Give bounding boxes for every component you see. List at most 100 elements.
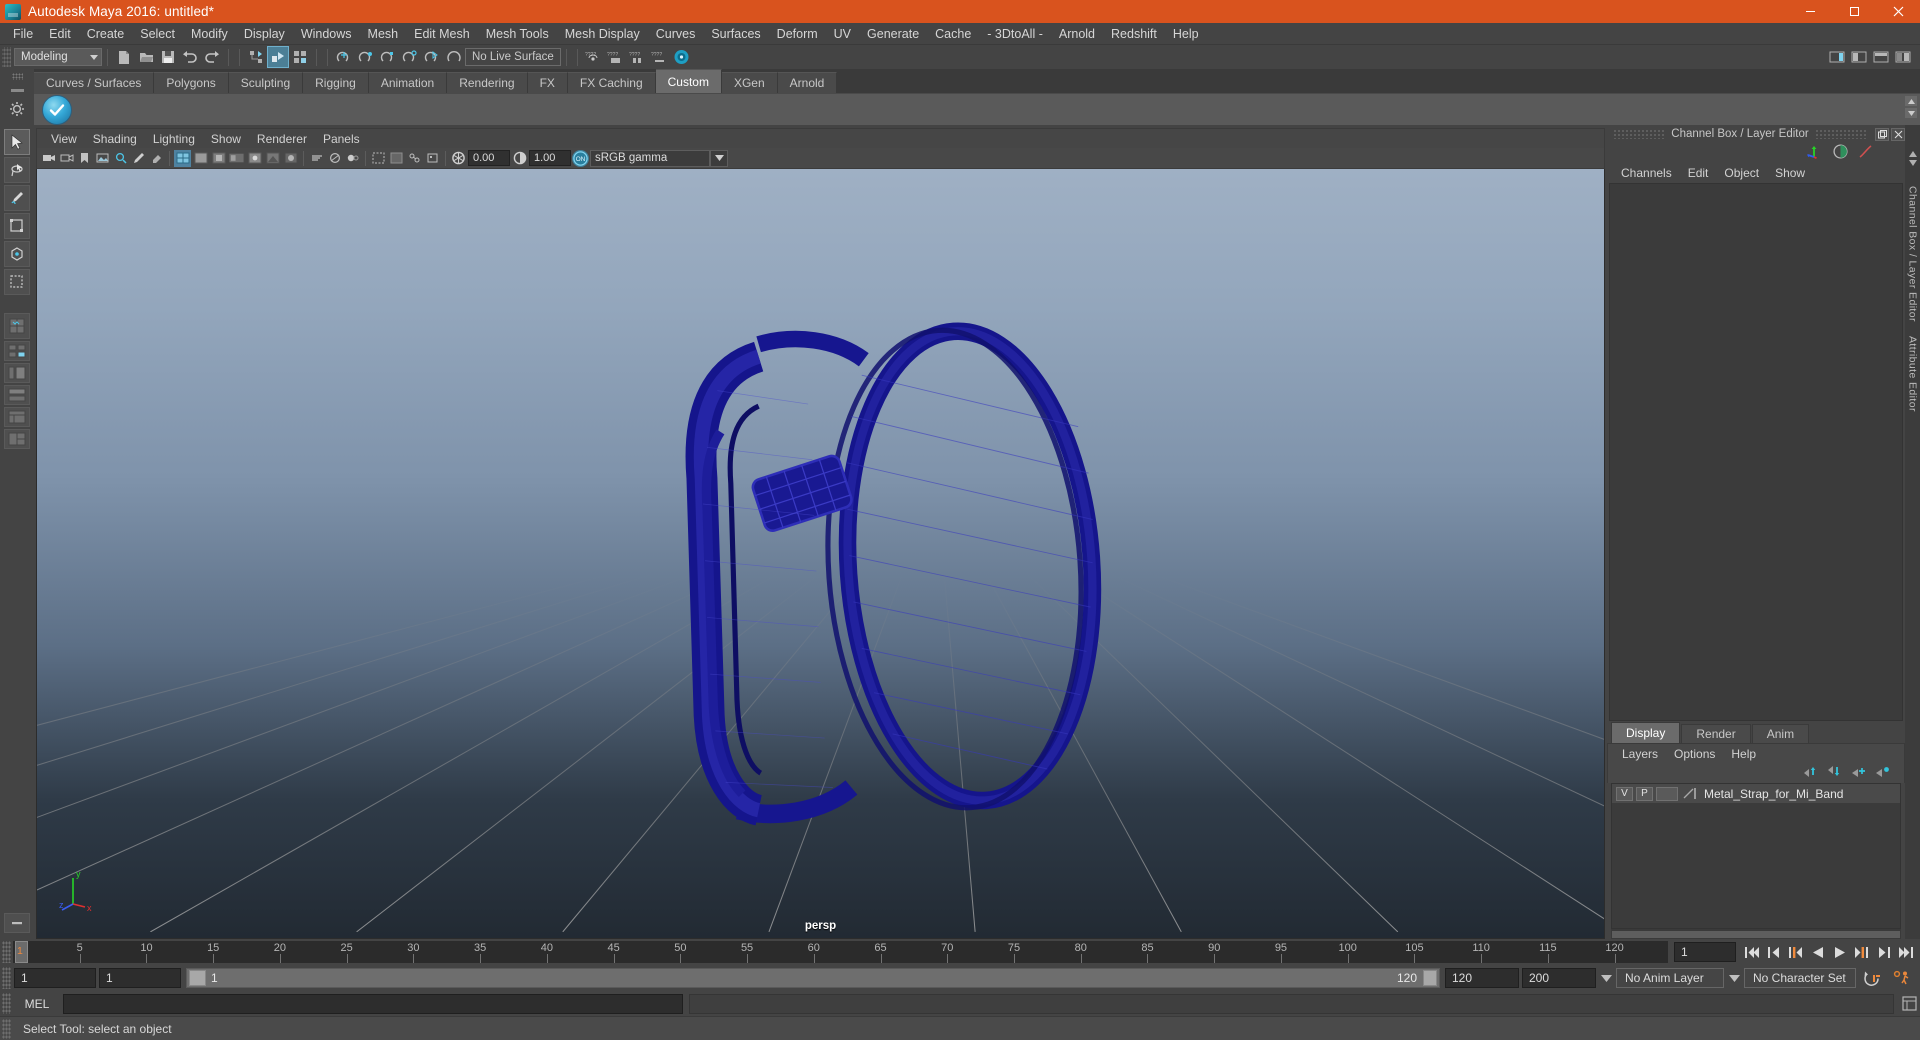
color-profile-field[interactable]: sRGB gamma <box>590 149 710 167</box>
grease-pencil-erase-icon[interactable] <box>148 150 165 167</box>
shelf-tab-arnold[interactable]: Arnold <box>777 72 838 93</box>
playback-end-time-field[interactable]: 120 <box>1445 968 1519 988</box>
new-layer-from-selected-icon[interactable] <box>1875 765 1890 781</box>
depth-of-field-icon[interactable] <box>344 150 361 167</box>
menu-uv[interactable]: UV <box>826 24 859 44</box>
color-management-toggle-icon[interactable]: ON <box>572 149 589 167</box>
layout-four-view-button[interactable] <box>4 341 30 361</box>
snap-to-projected-center-icon[interactable] <box>400 47 420 67</box>
menu-edit[interactable]: Edit <box>41 24 79 44</box>
current-frame-field[interactable]: 1 <box>1674 942 1736 962</box>
layer-tab-render[interactable]: Render <box>1681 724 1751 743</box>
lasso-select-tool-button[interactable] <box>4 157 30 183</box>
toggle-tool-settings-icon[interactable] <box>1871 47 1891 67</box>
shelf-tab-animation[interactable]: Animation <box>368 72 448 93</box>
menu-create[interactable]: Create <box>79 24 133 44</box>
range-slider-left-handle[interactable] <box>189 970 206 986</box>
move-layer-up-icon[interactable] <box>1803 765 1818 781</box>
shelf-tab-polygons[interactable]: Polygons <box>154 72 229 93</box>
menu-select[interactable]: Select <box>132 24 183 44</box>
animation-end-time-field[interactable]: 200 <box>1522 968 1596 988</box>
range-slider-right-handle[interactable] <box>1423 970 1437 986</box>
viewport-menu-lighting[interactable]: Lighting <box>145 131 203 147</box>
go-to-end-button[interactable] <box>1895 942 1916 962</box>
shelf-tab-fx[interactable]: FX <box>527 72 568 93</box>
snap-to-grids-icon[interactable] <box>334 47 354 67</box>
anim-layer-field[interactable]: No Anim Layer <box>1616 968 1724 988</box>
go-to-start-button[interactable] <box>1741 942 1762 962</box>
menu-deform[interactable]: Deform <box>769 24 826 44</box>
play-forwards-button[interactable] <box>1829 942 1850 962</box>
step-forward-frame-button[interactable] <box>1851 942 1872 962</box>
viewport-menu-renderer[interactable]: Renderer <box>249 131 315 147</box>
play-backwards-button[interactable] <box>1807 942 1828 962</box>
shelf-tab-curves-surfaces[interactable]: Curves / Surfaces <box>34 72 155 93</box>
panel-drag-dots-left[interactable] <box>1613 129 1666 139</box>
channel-box-menu-edit[interactable]: Edit <box>1680 165 1717 181</box>
bookmark-icon[interactable] <box>76 150 93 167</box>
live-surface-field[interactable]: No Live Surface <box>465 48 561 66</box>
menu-display[interactable]: Display <box>236 24 293 44</box>
layer-name-label[interactable]: Metal_Strap_for_Mi_Band <box>1704 787 1843 801</box>
new-scene-button[interactable] <box>114 47 134 67</box>
smooth-shade-all-icon[interactable] <box>192 150 209 167</box>
select-camera-icon[interactable] <box>40 150 57 167</box>
shelf-scroll-down-icon[interactable] <box>1905 108 1917 118</box>
layer-tab-display[interactable]: Display <box>1611 722 1681 743</box>
color-profile-dropdown-icon[interactable] <box>710 149 728 167</box>
shelf-drag-handle[interactable] <box>11 73 23 80</box>
layout-single-perspective-button[interactable] <box>4 313 30 339</box>
toggle-channel-box-icon[interactable] <box>1893 47 1913 67</box>
xray-icon[interactable] <box>388 150 405 167</box>
menu-3dtoall[interactable]: - 3DtoAll - <box>979 24 1051 44</box>
make-live-icon[interactable] <box>444 47 464 67</box>
layer-tab-anim[interactable]: Anim <box>1751 724 1810 743</box>
xray-joints-icon[interactable] <box>406 150 423 167</box>
layout-persp-graph-button[interactable] <box>4 385 30 405</box>
shelf-tab-rendering[interactable]: Rendering <box>447 72 528 93</box>
help-line-grip[interactable] <box>2 1018 11 1039</box>
screen-space-ao-icon[interactable] <box>282 150 299 167</box>
playback-start-time-field[interactable]: 1 <box>99 968 181 988</box>
menu-file[interactable]: File <box>5 24 41 44</box>
layer-visibility-toggle[interactable]: V <box>1616 786 1633 801</box>
construction-history-toggle-icon[interactable]: ???? <box>650 47 670 67</box>
command-language-label[interactable]: MEL <box>11 997 63 1011</box>
snap-to-curves-icon[interactable] <box>356 47 376 67</box>
viewport-menu-show[interactable]: Show <box>203 131 249 147</box>
step-back-frame-button[interactable] <box>1785 942 1806 962</box>
shelf-options-gear-icon[interactable] <box>9 101 25 117</box>
layer-color-swatch-icon[interactable] <box>1681 787 1697 800</box>
gamma-value-field[interactable]: 1.00 <box>529 150 571 166</box>
use-all-lights-icon[interactable] <box>246 150 263 167</box>
render-view-icon[interactable] <box>672 47 692 67</box>
menu-generate[interactable]: Generate <box>859 24 927 44</box>
vertical-tab-attribute-editor[interactable]: Attribute Editor <box>1907 336 1919 412</box>
layer-playback-toggle[interactable]: P <box>1636 786 1653 801</box>
layer-list[interactable]: V P Metal_Strap_for_Mi_Band <box>1611 783 1901 929</box>
layer-menu-options[interactable]: Options <box>1666 746 1723 762</box>
menu-mesh[interactable]: Mesh <box>360 24 407 44</box>
two-d-pan-zoom-icon[interactable] <box>112 150 129 167</box>
rotate-tool-button[interactable] <box>4 241 30 267</box>
panel-scroll-down-icon[interactable] <box>1908 160 1917 166</box>
range-slider-grip[interactable] <box>2 967 11 989</box>
layer-menu-layers[interactable]: Layers <box>1614 746 1666 762</box>
shelf-tab-sculpting[interactable]: Sculpting <box>228 72 304 93</box>
snap-to-view-planes-icon[interactable] <box>422 47 442 67</box>
channel-box-menu-object[interactable]: Object <box>1716 165 1767 181</box>
viewport-3d-canvas[interactable]: y x z persp <box>36 169 1605 939</box>
select-by-hierarchy-button[interactable] <box>246 47 266 67</box>
toolbox-expand-button[interactable] <box>4 913 30 933</box>
menu-set-selector[interactable]: Modeling <box>14 48 102 66</box>
character-set-dropdown-icon[interactable] <box>1727 968 1741 988</box>
menu-redshift[interactable]: Redshift <box>1103 24 1165 44</box>
redo-button[interactable] <box>202 47 222 67</box>
image-plane-icon[interactable] <box>94 150 111 167</box>
snap-to-points-icon[interactable] <box>378 47 398 67</box>
time-slider-track[interactable]: 1 5 10 15 20 25 30 35 40 45 50 55 60 65 70 75 80 85 90 95 1… <box>13 941 1668 963</box>
anim-layer-dropdown-icon[interactable] <box>1599 968 1613 988</box>
wireframe-shading-icon[interactable] <box>174 149 191 167</box>
multisample-aa-icon[interactable] <box>326 150 343 167</box>
maximize-button[interactable] <box>1832 0 1876 23</box>
